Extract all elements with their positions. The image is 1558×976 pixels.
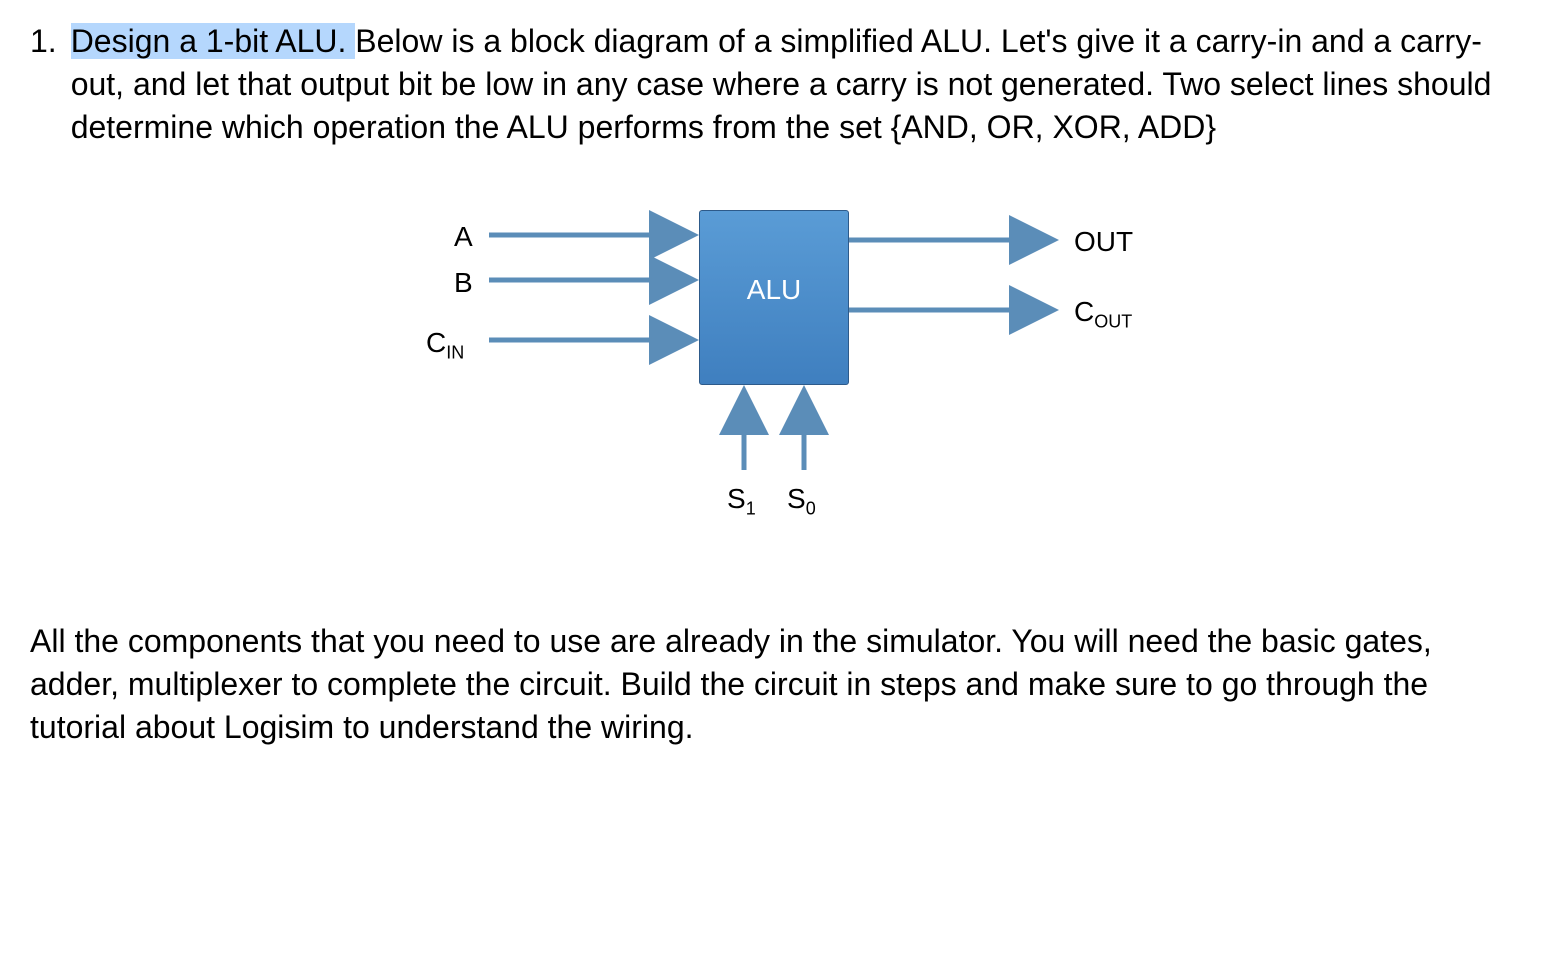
question-item: 1. Design a 1-bit ALU. Below is a block … [30,20,1528,150]
label-input-b: B [454,264,473,302]
label-s1-sub: 1 [746,498,756,518]
label-select-s1: S1 [727,480,756,521]
label-input-cin: CIN [426,324,464,365]
label-output-out: OUT [1074,223,1133,261]
label-select-s0: S0 [787,480,816,521]
alu-block-diagram: ALU A B CIN OUT COUT S1 S0 [369,180,1189,560]
question-number: 1. [30,20,57,150]
question-text: Design a 1-bit ALU. Below is a block dia… [71,20,1528,150]
label-cin-base: C [426,327,446,358]
highlighted-text: Design a 1-bit ALU. [71,23,356,59]
label-cin-sub: IN [446,342,464,362]
label-input-a: A [454,218,473,256]
alu-box: ALU [699,210,849,385]
label-s0-base: S [787,483,806,514]
label-cout-base: C [1074,296,1094,327]
alu-box-label: ALU [747,271,801,309]
label-cout-sub: OUT [1094,311,1132,331]
label-s1-base: S [727,483,746,514]
label-s0-sub: 0 [806,498,816,518]
bottom-paragraph: All the components that you need to use … [30,620,1528,750]
label-output-cout: COUT [1074,293,1132,334]
